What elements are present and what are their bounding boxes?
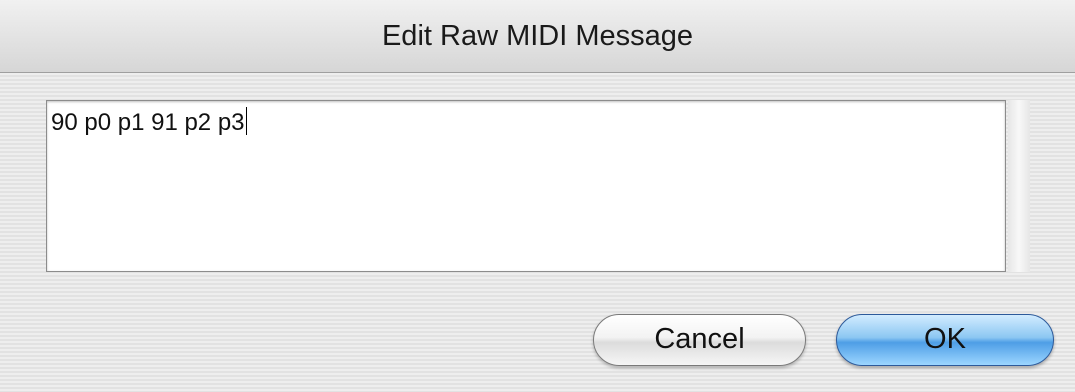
title-bar[interactable]: Edit Raw MIDI Message (0, 0, 1075, 73)
midi-message-textarea[interactable]: 90 p0 p1 91 p2 p3 (46, 100, 1006, 272)
dialog-content: 90 p0 p1 91 p2 p3 Cancel OK (0, 73, 1075, 392)
text-cursor (245, 107, 247, 135)
midi-message-value: 90 p0 p1 91 p2 p3 (51, 107, 247, 137)
midi-message-text: 90 p0 p1 91 p2 p3 (51, 109, 245, 136)
textarea-scroll-track (1008, 100, 1030, 272)
edit-raw-midi-dialog: Edit Raw MIDI Message 90 p0 p1 91 p2 p3 … (0, 0, 1075, 392)
dialog-title: Edit Raw MIDI Message (381, 20, 694, 52)
ok-button[interactable]: OK (836, 314, 1054, 366)
cancel-button[interactable]: Cancel (593, 314, 806, 366)
